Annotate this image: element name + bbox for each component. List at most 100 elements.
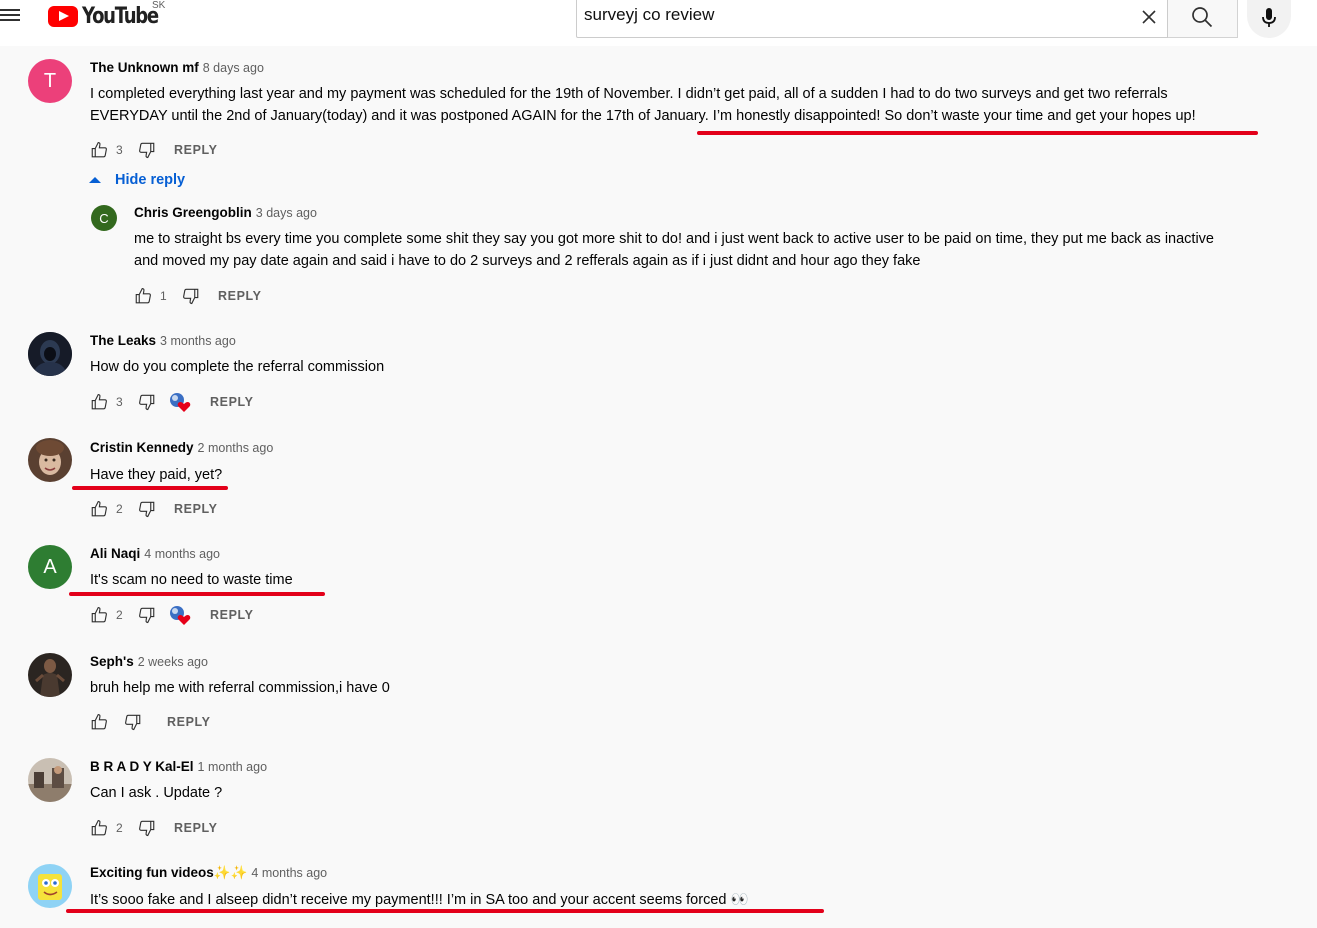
chevron-up-icon [89, 177, 101, 183]
comment-line: and moved my pay date again and said i h… [134, 253, 921, 269]
author-name[interactable]: Cristin Kennedy [90, 440, 194, 455]
author-name[interactable]: Seph's [90, 654, 134, 669]
avatar[interactable] [28, 758, 72, 802]
avatar[interactable] [28, 864, 72, 908]
comment-author[interactable]: The Leaks 3 months ago [90, 333, 236, 348]
comment-actions: 2 REPLY [90, 605, 254, 625]
profile-photo-icon [28, 653, 72, 697]
comment-time[interactable]: 2 months ago [198, 441, 274, 455]
like-icon[interactable] [90, 606, 108, 624]
comment-time[interactable]: 2 weeks ago [138, 655, 208, 669]
comment-actions: 2 REPLY [90, 818, 218, 838]
like-icon[interactable] [90, 393, 108, 411]
voice-search-button[interactable] [1247, 0, 1291, 38]
highlight-underline [69, 592, 325, 596]
hide-reply-button[interactable]: Hide reply [88, 172, 185, 188]
comment-author[interactable]: B R A D Y Kal-El 1 month ago [90, 759, 267, 774]
reply-button[interactable]: REPLY [167, 715, 211, 729]
like-count: 3 [116, 143, 123, 157]
comment-text: It’s sooo fake and I alseep didn’t recei… [90, 892, 749, 908]
avatar[interactable] [28, 332, 72, 376]
hide-reply-label: Hide reply [115, 172, 186, 188]
comment-author[interactable]: The Unknown mf 8 days ago [90, 60, 264, 75]
comment-actions: 1 REPLY [134, 286, 262, 306]
comment-actions: 3 REPLY [90, 392, 254, 412]
comment-author[interactable]: Chris Greengoblin 3 days ago [134, 205, 317, 220]
author-name[interactable]: The Unknown mf [90, 60, 199, 75]
avatar[interactable]: C [91, 205, 117, 231]
comment-text: Can I ask . Update ? [90, 785, 223, 801]
like-icon[interactable] [134, 287, 152, 305]
comment-text: I completed everything last year and my … [90, 83, 1196, 127]
reply-button[interactable]: REPLY [210, 395, 254, 409]
author-name[interactable]: Ali Naqi [90, 546, 140, 561]
avatar[interactable]: A [28, 545, 72, 589]
profile-photo-icon [28, 758, 72, 802]
top-bar: YouTube SK [0, 0, 1317, 46]
like-icon[interactable] [90, 141, 108, 159]
reply-button[interactable]: REPLY [174, 502, 218, 516]
comment-text: How do you complete the referral commiss… [90, 359, 385, 375]
creator-heart-icon [168, 392, 191, 412]
dislike-icon[interactable] [124, 713, 142, 731]
comment-actions: 2 REPLY [90, 499, 218, 519]
dislike-icon[interactable] [138, 606, 156, 624]
comment-author[interactable]: Cristin Kennedy 2 months ago [90, 440, 273, 455]
comment-time[interactable]: 4 months ago [144, 547, 220, 561]
menu-icon[interactable] [0, 8, 20, 28]
highlight-underline [72, 486, 228, 490]
search-box [576, 0, 1168, 38]
like-icon[interactable] [90, 500, 108, 518]
like-count: 3 [116, 395, 123, 409]
comment-line: I completed everything last year and my … [90, 86, 1168, 102]
reply-button[interactable]: REPLY [210, 608, 254, 622]
comment-time[interactable]: 8 days ago [203, 61, 264, 75]
reply-button[interactable]: REPLY [174, 821, 218, 835]
reply-button[interactable]: REPLY [174, 143, 218, 157]
comment-author[interactable]: Exciting fun videos✨✨ 4 months ago [90, 865, 327, 881]
comment-actions: REPLY [90, 712, 211, 732]
country-code: SK [152, 0, 166, 11]
like-count: 2 [116, 821, 123, 835]
comment-actions: 3 REPLY [90, 140, 218, 160]
comment-time[interactable]: 1 month ago [198, 760, 268, 774]
comment-text: me to straight bs every time you complet… [134, 228, 1214, 272]
comment-author[interactable]: Seph's 2 weeks ago [90, 654, 208, 669]
avatar[interactable] [28, 438, 72, 482]
like-icon[interactable] [90, 713, 108, 731]
avatar[interactable] [28, 653, 72, 697]
comment-author[interactable]: Ali Naqi 4 months ago [90, 546, 220, 561]
avatar[interactable]: T [28, 59, 72, 103]
cartoon-avatar-icon [28, 864, 72, 908]
like-count: 1 [160, 289, 167, 303]
author-name[interactable]: B R A D Y Kal-El [90, 759, 194, 774]
dislike-icon[interactable] [138, 141, 156, 159]
dislike-icon[interactable] [138, 500, 156, 518]
author-name[interactable]: The Leaks [90, 333, 156, 348]
comment-text: Have they paid, yet? [90, 467, 223, 483]
highlight-underline [66, 909, 824, 913]
author-name[interactable]: Chris Greengoblin [134, 205, 252, 220]
profile-photo-icon [28, 438, 72, 482]
dislike-icon[interactable] [138, 393, 156, 411]
reply-button[interactable]: REPLY [218, 289, 262, 303]
hooded-figure-icon [28, 332, 72, 376]
comment-text: It's scam no need to waste time [90, 572, 293, 588]
search-icon [1192, 7, 1213, 28]
search-button[interactable] [1168, 0, 1238, 38]
comment-time[interactable]: 4 months ago [251, 866, 327, 880]
creator-heart-icon [168, 605, 191, 625]
dislike-icon[interactable] [138, 819, 156, 837]
comment-time[interactable]: 3 months ago [160, 334, 236, 348]
dislike-icon[interactable] [182, 287, 200, 305]
youtube-play-icon [48, 6, 78, 27]
author-name[interactable]: Exciting fun videos✨✨ [90, 865, 247, 880]
comment-time[interactable]: 3 days ago [256, 206, 317, 220]
highlight-underline [697, 131, 1258, 135]
like-count: 2 [116, 502, 123, 516]
clear-icon[interactable] [1139, 7, 1159, 27]
comment-line: EVERYDAY until the 2nd of January(today)… [90, 108, 1196, 124]
search-input[interactable] [584, 5, 1114, 25]
like-icon[interactable] [90, 819, 108, 837]
like-count: 2 [116, 608, 123, 622]
